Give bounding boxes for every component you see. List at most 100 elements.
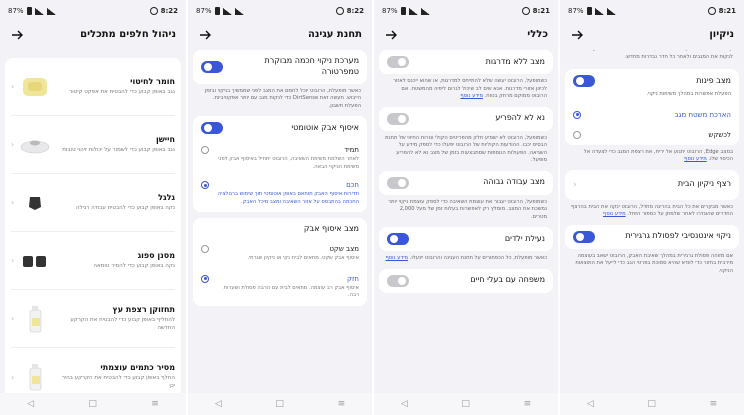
signal-icon [420, 7, 430, 15]
radio-quiet[interactable] [201, 245, 209, 254]
nav-back-icon[interactable]: ◁ [401, 399, 408, 409]
nav-back-icon[interactable]: ◁ [587, 399, 594, 409]
whatsapp-icon [707, 7, 716, 15]
dnd-toggle[interactable] [387, 112, 409, 125]
nav-recent-icon[interactable]: ≡ [710, 399, 718, 409]
floor-sequence-label: רצף ניקיון הבית [677, 179, 731, 189]
screen-cleaning: 87% 8:21 ניקיון קודמים. במשימות ניקוי במ… [558, 0, 744, 415]
radio-edge[interactable] [573, 130, 581, 139]
more-info-link[interactable]: מידע נוסף [603, 211, 626, 217]
parts-list: חומר לחיטוי נגב באופן קבוע כדי להבטיח את… [5, 58, 181, 393]
dnd-card: נא לא להפריע [379, 106, 553, 131]
part-wheel[interactable]: גלגל נקה באופן קבוע כדי להבטיח עבודה רגי… [11, 174, 175, 232]
smart-clean-desc: כאשר מופעלת, הרובוט יוכל לחמם את המגב לפ… [204, 87, 361, 109]
auto-empty-toggle[interactable] [201, 122, 223, 135]
disinfectant-image [18, 70, 52, 104]
more-info-link[interactable]: מידע נוסף [684, 156, 707, 162]
status-time: 8:22 [160, 7, 178, 15]
intensive-toggle[interactable] [573, 230, 595, 243]
child-lock-desc-text: כאשר מופעלת, כל הכפתורים על תחנת העגינה … [409, 255, 547, 262]
back-arrow-icon[interactable] [384, 27, 398, 41]
auto-empty-card: איסוף אבק אוטומטי תמיד לאחר השלמת משימת … [193, 116, 367, 213]
option-extend[interactable]: הארכת משטח מגב [573, 110, 731, 119]
nav-home-icon[interactable]: □ [275, 399, 284, 409]
stairs-label: מצב ללא מדרגות [485, 56, 545, 66]
corner-mode-label: מצב פינות [696, 75, 731, 85]
more-info-link[interactable]: מידע נוסף [460, 93, 483, 99]
nav-recent-icon[interactable]: ≡ [338, 399, 346, 409]
part-desc: נקה באופן קבוע כדי להבטיח עבודה רגילה [76, 204, 175, 211]
dust-mode-title: מצב איסוף אבק [303, 224, 359, 234]
nav-home-icon[interactable]: □ [647, 399, 656, 409]
stairs-card: מצב ללא מדרגות [379, 50, 553, 74]
part-sensor[interactable]: חיישן נגב באופן קבוע כדי לשמור על יכולות… [11, 116, 175, 174]
status-bar: 87% 8:22 [0, 0, 186, 22]
header: כללי [374, 22, 558, 46]
radio-smart[interactable] [201, 181, 209, 190]
nav-bar: ◁ □ ≡ [188, 393, 372, 415]
screen-consumables: 87% 8:22 ניהול חלפים מתכלים חומר לחיטוי … [0, 0, 186, 415]
radio-always[interactable] [201, 146, 209, 155]
smart-clean-toggle[interactable] [201, 60, 223, 73]
nav-recent-icon[interactable]: ≡ [151, 399, 159, 409]
floor-sequence-card[interactable]: רצף ניקיון הבית ‹ [565, 169, 739, 200]
header: תחנת עגינה [188, 22, 372, 46]
option-smart[interactable]: חכם תדירות איסוף האבק תותאם באופן אוטומט… [201, 181, 359, 206]
option-label: הארכת משטח מגב [674, 110, 731, 119]
part-desc: נגב באופן קבוע כדי להבטיח את אפקט קיטור [69, 88, 175, 95]
child-lock-label: נעילת ילדים [504, 233, 545, 243]
part-name: חיישן [155, 134, 175, 144]
more-info-link[interactable]: מידע נוסף [385, 255, 408, 261]
stairs-toggle[interactable] [387, 56, 409, 68]
option-quiet[interactable]: מצב שקט איסוף אבק שקט. מתאים לבית נקי או… [201, 245, 359, 263]
battery-percent: 87% [568, 7, 584, 15]
robot-image [18, 128, 52, 162]
nav-home-icon[interactable]: □ [461, 399, 470, 409]
pets-label: משפחה עם בעלי חיים [470, 275, 545, 285]
part-disinfectant[interactable]: חומר לחיטוי נגב באופן קבוע כדי להבטיח את… [11, 58, 175, 116]
nav-bar: ◁ □ ≡ [0, 393, 186, 415]
part-sponge-filter[interactable]: מסנן ספוג נקה באופן קבוע כדי להסיר טומאה… [11, 232, 175, 290]
screen-general: 87% 8:21 כללי מצב ללא מדרגות כשמופעל, הר… [372, 0, 558, 415]
status-bar: 87% 8:21 [374, 0, 558, 22]
screen-dock: 87% 8:22 תחנת עגינה מערכת ניקוי חכמה מבו… [186, 0, 372, 415]
back-arrow-icon[interactable] [10, 27, 24, 41]
part-stain-remover[interactable]: מסיר כתמים עוצמתי החלף באופן קבוע כדי לה… [11, 348, 175, 393]
part-desc: נגב באופן קבוע כדי לשמור על יכולות זיהוי… [62, 146, 175, 153]
corner-mode-card: מצב פינות הפעלת אפשרות במהלך משימות ניקו… [565, 69, 739, 145]
radio-extend[interactable] [573, 110, 581, 119]
header: ניקיון [560, 22, 744, 46]
nav-home-icon[interactable]: □ [88, 399, 97, 409]
back-arrow-icon[interactable] [570, 27, 584, 41]
option-label: חזק [347, 274, 359, 283]
option-always[interactable]: תמיד לאחר השלמת משימת השאיבה, הרובוט יתח… [201, 146, 359, 171]
child-lock-desc: כאשר מופעלת, כל הכפתורים על תחנת העגינה … [379, 255, 553, 263]
option-strong[interactable]: חזק איסוף אבק רב עוצמה. מתאים לבית עם הר… [201, 274, 359, 300]
option-label: מצב שקט [329, 245, 359, 254]
chevron-left-icon: ‹ [573, 179, 577, 190]
option-edge[interactable]: לכשקש [573, 130, 731, 139]
child-lock-toggle[interactable] [387, 233, 409, 246]
part-desc: להחליף באופן קבוע כדי להבטיח את הקרקע הח… [70, 316, 175, 331]
bottle-image [18, 302, 52, 336]
part-desc: החלף באופן קבוע כדי להבטיח את הקרקע בהיר… [61, 375, 175, 389]
intensive-card: ניקוי אינטנסיבי לפסולת גרגירית [565, 224, 739, 249]
whatsapp-icon [335, 7, 344, 15]
nav-back-icon[interactable]: ◁ [215, 399, 222, 409]
wheel-image [18, 186, 52, 220]
pets-toggle[interactable] [387, 274, 409, 287]
nav-bar: ◁ □ ≡ [374, 393, 558, 415]
corner-mode-toggle[interactable] [573, 75, 595, 88]
signal-icon [594, 7, 604, 15]
whatsapp-icon [149, 7, 158, 15]
high-mode-toggle[interactable] [387, 176, 409, 189]
battery-icon [586, 7, 592, 15]
back-arrow-icon[interactable] [198, 27, 212, 41]
intensive-label: ניקוי אינטנסיבי לפסולת גרגירית [625, 231, 731, 241]
nav-bar: ◁ □ ≡ [560, 393, 744, 415]
nav-recent-icon[interactable]: ≡ [524, 399, 532, 409]
nav-back-icon[interactable]: ◁ [27, 399, 34, 409]
radio-strong[interactable] [201, 274, 209, 283]
part-wood-floor[interactable]: תחזוקן רצפת עץ להחליף באופן קבוע כדי להב… [11, 290, 175, 348]
chevron-left-icon: ‹ [11, 140, 15, 149]
